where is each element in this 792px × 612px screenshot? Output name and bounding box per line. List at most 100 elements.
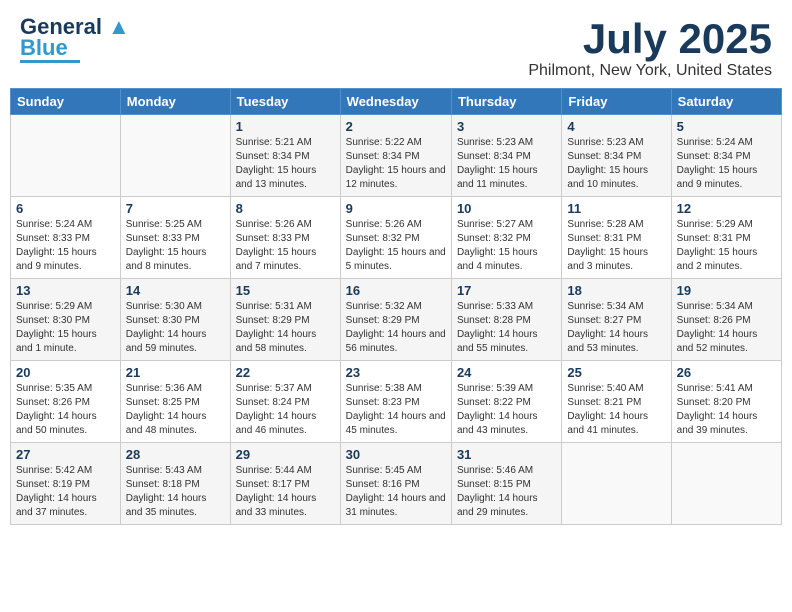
- day-detail: Sunrise: 5:29 AMSunset: 8:30 PMDaylight:…: [16, 300, 115, 356]
- table-row: 12 Sunrise: 5:29 AMSunset: 8:31 PMDaylig…: [671, 197, 781, 279]
- day-number: 31: [457, 447, 556, 462]
- day-detail: Sunrise: 5:43 AMSunset: 8:18 PMDaylight:…: [126, 464, 225, 520]
- day-detail: Sunrise: 5:28 AMSunset: 8:31 PMDaylight:…: [567, 218, 665, 274]
- day-detail: Sunrise: 5:36 AMSunset: 8:25 PMDaylight:…: [126, 382, 225, 438]
- calendar-week-row: 1 Sunrise: 5:21 AMSunset: 8:34 PMDayligh…: [11, 115, 782, 197]
- logo-subtext: Blue: [20, 38, 68, 58]
- table-row: 31 Sunrise: 5:46 AMSunset: 8:15 PMDaylig…: [451, 443, 561, 525]
- table-row: 1 Sunrise: 5:21 AMSunset: 8:34 PMDayligh…: [230, 115, 340, 197]
- table-row: [120, 115, 230, 197]
- day-detail: Sunrise: 5:23 AMSunset: 8:34 PMDaylight:…: [457, 136, 556, 192]
- day-number: 20: [16, 365, 115, 380]
- title-block: July 2025 Philmont, New York, United Sta…: [528, 16, 772, 80]
- day-detail: Sunrise: 5:39 AMSunset: 8:22 PMDaylight:…: [457, 382, 556, 438]
- day-detail: Sunrise: 5:38 AMSunset: 8:23 PMDaylight:…: [346, 382, 446, 438]
- day-number: 23: [346, 365, 446, 380]
- day-detail: Sunrise: 5:31 AMSunset: 8:29 PMDaylight:…: [236, 300, 335, 356]
- table-row: 7 Sunrise: 5:25 AMSunset: 8:33 PMDayligh…: [120, 197, 230, 279]
- logo-blue: ▲: [108, 14, 130, 39]
- day-number: 11: [567, 201, 665, 216]
- day-number: 2: [346, 119, 446, 134]
- day-number: 16: [346, 283, 446, 298]
- day-number: 4: [567, 119, 665, 134]
- calendar-week-row: 13 Sunrise: 5:29 AMSunset: 8:30 PMDaylig…: [11, 279, 782, 361]
- day-detail: Sunrise: 5:33 AMSunset: 8:28 PMDaylight:…: [457, 300, 556, 356]
- day-detail: Sunrise: 5:25 AMSunset: 8:33 PMDaylight:…: [126, 218, 225, 274]
- day-number: 27: [16, 447, 115, 462]
- table-row: 30 Sunrise: 5:45 AMSunset: 8:16 PMDaylig…: [340, 443, 451, 525]
- day-detail: Sunrise: 5:44 AMSunset: 8:17 PMDaylight:…: [236, 464, 335, 520]
- table-row: [562, 443, 671, 525]
- table-row: 26 Sunrise: 5:41 AMSunset: 8:20 PMDaylig…: [671, 361, 781, 443]
- day-number: 14: [126, 283, 225, 298]
- day-detail: Sunrise: 5:32 AMSunset: 8:29 PMDaylight:…: [346, 300, 446, 356]
- table-row: 22 Sunrise: 5:37 AMSunset: 8:24 PMDaylig…: [230, 361, 340, 443]
- table-row: 4 Sunrise: 5:23 AMSunset: 8:34 PMDayligh…: [562, 115, 671, 197]
- day-number: 12: [677, 201, 776, 216]
- table-row: 3 Sunrise: 5:23 AMSunset: 8:34 PMDayligh…: [451, 115, 561, 197]
- table-row: 29 Sunrise: 5:44 AMSunset: 8:17 PMDaylig…: [230, 443, 340, 525]
- table-row: 19 Sunrise: 5:34 AMSunset: 8:26 PMDaylig…: [671, 279, 781, 361]
- day-detail: Sunrise: 5:24 AMSunset: 8:34 PMDaylight:…: [677, 136, 776, 192]
- table-row: 13 Sunrise: 5:29 AMSunset: 8:30 PMDaylig…: [11, 279, 121, 361]
- table-row: 21 Sunrise: 5:36 AMSunset: 8:25 PMDaylig…: [120, 361, 230, 443]
- table-row: [671, 443, 781, 525]
- table-row: 18 Sunrise: 5:34 AMSunset: 8:27 PMDaylig…: [562, 279, 671, 361]
- table-row: 8 Sunrise: 5:26 AMSunset: 8:33 PMDayligh…: [230, 197, 340, 279]
- day-number: 15: [236, 283, 335, 298]
- day-detail: Sunrise: 5:35 AMSunset: 8:26 PMDaylight:…: [16, 382, 115, 438]
- day-detail: Sunrise: 5:34 AMSunset: 8:26 PMDaylight:…: [677, 300, 776, 356]
- table-row: 27 Sunrise: 5:42 AMSunset: 8:19 PMDaylig…: [11, 443, 121, 525]
- day-detail: Sunrise: 5:37 AMSunset: 8:24 PMDaylight:…: [236, 382, 335, 438]
- day-detail: Sunrise: 5:24 AMSunset: 8:33 PMDaylight:…: [16, 218, 115, 274]
- calendar-week-row: 20 Sunrise: 5:35 AMSunset: 8:26 PMDaylig…: [11, 361, 782, 443]
- day-number: 10: [457, 201, 556, 216]
- day-detail: Sunrise: 5:22 AMSunset: 8:34 PMDaylight:…: [346, 136, 446, 192]
- col-sunday: Sunday: [11, 89, 121, 115]
- day-detail: Sunrise: 5:30 AMSunset: 8:30 PMDaylight:…: [126, 300, 225, 356]
- table-row: 17 Sunrise: 5:33 AMSunset: 8:28 PMDaylig…: [451, 279, 561, 361]
- logo: General ▲ Blue: [20, 16, 130, 63]
- day-number: 21: [126, 365, 225, 380]
- col-wednesday: Wednesday: [340, 89, 451, 115]
- table-row: 16 Sunrise: 5:32 AMSunset: 8:29 PMDaylig…: [340, 279, 451, 361]
- page-header: General ▲ Blue July 2025 Philmont, New Y…: [10, 10, 782, 80]
- day-number: 17: [457, 283, 556, 298]
- day-number: 13: [16, 283, 115, 298]
- col-monday: Monday: [120, 89, 230, 115]
- calendar-week-row: 27 Sunrise: 5:42 AMSunset: 8:19 PMDaylig…: [11, 443, 782, 525]
- table-row: 15 Sunrise: 5:31 AMSunset: 8:29 PMDaylig…: [230, 279, 340, 361]
- day-number: 3: [457, 119, 556, 134]
- col-saturday: Saturday: [671, 89, 781, 115]
- day-number: 5: [677, 119, 776, 134]
- table-row: 5 Sunrise: 5:24 AMSunset: 8:34 PMDayligh…: [671, 115, 781, 197]
- col-tuesday: Tuesday: [230, 89, 340, 115]
- logo-underline: [20, 60, 80, 63]
- day-detail: Sunrise: 5:34 AMSunset: 8:27 PMDaylight:…: [567, 300, 665, 356]
- table-row: 28 Sunrise: 5:43 AMSunset: 8:18 PMDaylig…: [120, 443, 230, 525]
- day-detail: Sunrise: 5:40 AMSunset: 8:21 PMDaylight:…: [567, 382, 665, 438]
- day-number: 18: [567, 283, 665, 298]
- day-detail: Sunrise: 5:27 AMSunset: 8:32 PMDaylight:…: [457, 218, 556, 274]
- day-number: 28: [126, 447, 225, 462]
- day-detail: Sunrise: 5:45 AMSunset: 8:16 PMDaylight:…: [346, 464, 446, 520]
- day-detail: Sunrise: 5:23 AMSunset: 8:34 PMDaylight:…: [567, 136, 665, 192]
- day-detail: Sunrise: 5:29 AMSunset: 8:31 PMDaylight:…: [677, 218, 776, 274]
- table-row: [11, 115, 121, 197]
- day-number: 22: [236, 365, 335, 380]
- day-number: 25: [567, 365, 665, 380]
- day-detail: Sunrise: 5:26 AMSunset: 8:32 PMDaylight:…: [346, 218, 446, 274]
- table-row: 20 Sunrise: 5:35 AMSunset: 8:26 PMDaylig…: [11, 361, 121, 443]
- table-row: 10 Sunrise: 5:27 AMSunset: 8:32 PMDaylig…: [451, 197, 561, 279]
- col-thursday: Thursday: [451, 89, 561, 115]
- month-title: July 2025: [528, 16, 772, 62]
- table-row: 9 Sunrise: 5:26 AMSunset: 8:32 PMDayligh…: [340, 197, 451, 279]
- day-number: 24: [457, 365, 556, 380]
- day-number: 29: [236, 447, 335, 462]
- table-row: 2 Sunrise: 5:22 AMSunset: 8:34 PMDayligh…: [340, 115, 451, 197]
- day-detail: Sunrise: 5:46 AMSunset: 8:15 PMDaylight:…: [457, 464, 556, 520]
- table-row: 25 Sunrise: 5:40 AMSunset: 8:21 PMDaylig…: [562, 361, 671, 443]
- day-number: 30: [346, 447, 446, 462]
- day-detail: Sunrise: 5:21 AMSunset: 8:34 PMDaylight:…: [236, 136, 335, 192]
- calendar-week-row: 6 Sunrise: 5:24 AMSunset: 8:33 PMDayligh…: [11, 197, 782, 279]
